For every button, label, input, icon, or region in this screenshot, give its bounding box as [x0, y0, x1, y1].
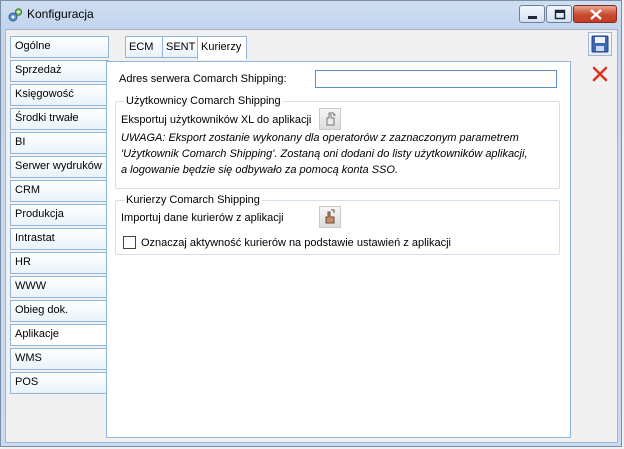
tab-label: Kurierzy [201, 41, 242, 53]
sidebar-item-crm[interactable]: CRM [10, 180, 109, 202]
courier-activity-label: Oznaczaj aktywność kurierów na podstawie… [141, 237, 451, 249]
minimize-button[interactable] [519, 5, 545, 23]
sidebar-item-label: HR [15, 256, 31, 268]
export-users-label: Eksportuj użytkowników XL do aplikacji [121, 114, 312, 126]
sidebar-item-label: Sprzedaż [15, 64, 62, 76]
title-bar[interactable]: Konfiguracja [1, 1, 623, 29]
close-button[interactable] [573, 5, 617, 23]
window-client-area: Ogólne Sprzedaż Księgowość Środki trwałe… [5, 29, 618, 443]
tab-kurierzy[interactable]: Kurierzy [197, 36, 247, 60]
config-window: Konfiguracja Ogólne Sprzedaż Księgowość … [0, 0, 622, 447]
sidebar-item-label: BI [15, 136, 26, 148]
cancel-x-icon [588, 66, 612, 89]
sidebar-item-srodki-trwale[interactable]: Środki trwałe [10, 108, 109, 130]
server-address-input[interactable] [315, 70, 557, 88]
tab-label: SENT [166, 41, 196, 53]
sidebar-item-obieg-dok[interactable]: Obieg dok. [10, 300, 109, 322]
sidebar-item-label: Księgowość [15, 88, 74, 100]
sidebar-item-label: Obieg dok. [15, 304, 69, 316]
tab-sent[interactable]: SENT [162, 36, 198, 58]
save-button[interactable] [588, 32, 612, 56]
sidebar-item-label: Ogólne [15, 40, 51, 52]
maximize-button[interactable] [546, 5, 572, 23]
sidebar-item-ksiegowosc[interactable]: Księgowość [10, 84, 109, 106]
sidebar-item-aplikacje[interactable]: Aplikacje [10, 324, 111, 346]
sidebar-item-label: Aplikacje [15, 328, 60, 340]
sidebar-item-www[interactable]: WWW [10, 276, 109, 298]
sidebar-item-label: WMS [15, 352, 42, 364]
sidebar-item-bi[interactable]: BI [10, 132, 109, 154]
import-couriers-label: Importuj dane kurierów z aplikacji [121, 212, 284, 224]
courier-activity-checkbox[interactable] [123, 236, 136, 249]
tab-ecm[interactable]: ECM [125, 36, 163, 58]
sidebar-item-label: POS [15, 376, 39, 388]
cancel-button[interactable] [588, 62, 612, 86]
note-line: a logowanie będzie się odbywało za pomoc… [121, 164, 399, 176]
export-warning-note: UWAGA: Eksport zostanie wykonany dla ope… [121, 130, 561, 178]
window-title: Konfiguracja [27, 7, 94, 21]
note-line: UWAGA: Eksport zostanie wykonany dla ope… [121, 132, 519, 144]
sidebar-item-label: Intrastat [15, 232, 55, 244]
import-hand-icon [320, 209, 340, 230]
sidebar-item-label: Serwer wydruków [15, 160, 102, 172]
save-icon [589, 35, 611, 58]
sidebar-item-label: WWW [15, 280, 47, 292]
gears-app-icon [7, 7, 23, 23]
import-couriers-button[interactable] [319, 206, 341, 228]
sidebar-item-produkcja[interactable]: Produkcja [10, 204, 109, 226]
note-line: 'Użytkownik Comarch Shipping'. Zostaną o… [121, 148, 528, 160]
sidebar-item-label: Środki trwałe [15, 112, 79, 124]
sidebar-item-hr[interactable]: HR [10, 252, 109, 274]
sidebar-item-sprzedaz[interactable]: Sprzedaż [10, 60, 109, 82]
users-group-title: Użytkownicy Comarch Shipping [124, 95, 283, 107]
export-users-button[interactable] [319, 108, 341, 130]
sidebar-item-serwer-wydrukow[interactable]: Serwer wydruków [10, 156, 109, 178]
server-address-label: Adres serwera Comarch Shipping: [119, 73, 287, 85]
sidebar-item-label: CRM [15, 184, 41, 196]
sidebar-item-pos[interactable]: POS [10, 372, 109, 394]
sidebar-item-intrastat[interactable]: Intrastat [10, 228, 109, 250]
sidebar-item-wms[interactable]: WMS [10, 348, 109, 370]
tab-label: ECM [129, 41, 154, 53]
couriers-group-title: Kurierzy Comarch Shipping [124, 194, 262, 206]
sidebar-item-label: Produkcja [15, 208, 64, 220]
sidebar-item-ogolne[interactable]: Ogólne [10, 36, 109, 58]
